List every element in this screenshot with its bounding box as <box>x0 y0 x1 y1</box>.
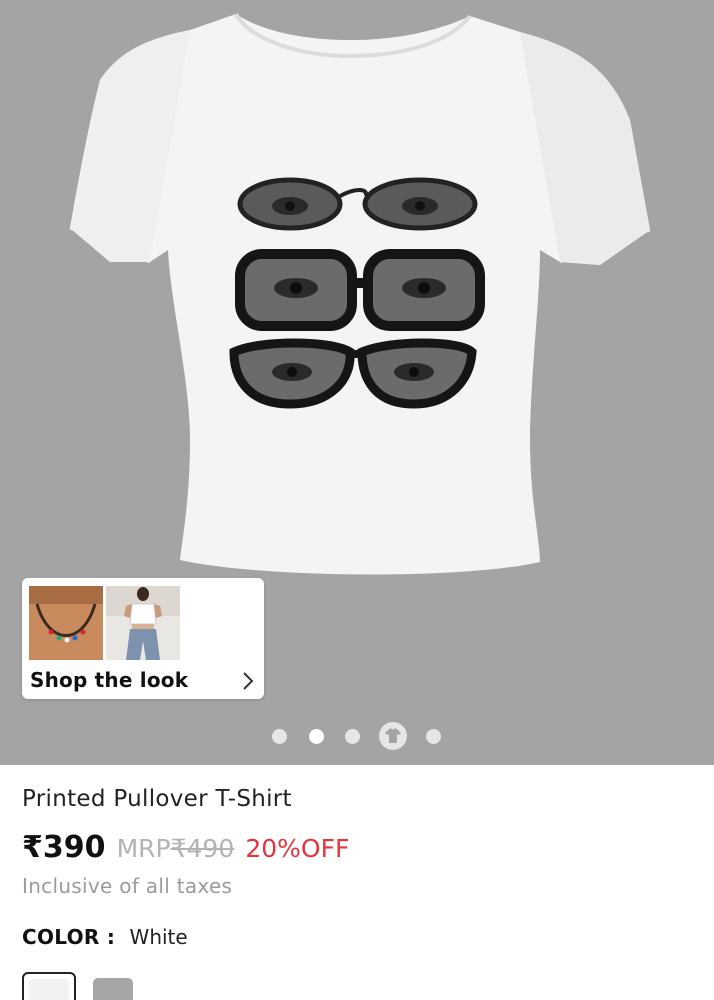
color-label: COLOR : <box>22 925 116 949</box>
taxes-note: Inclusive of all taxes <box>22 874 233 898</box>
mrp-label: MRP <box>116 834 171 863</box>
chevron-right-icon[interactable] <box>240 670 256 692</box>
color-swatch-grey[interactable] <box>93 978 133 1000</box>
gallery-dot-5[interactable] <box>426 729 441 744</box>
gallery-pagination <box>0 720 714 752</box>
gallery-dot-2[interactable] <box>309 729 324 744</box>
color-value: White <box>129 925 188 949</box>
tshirt-icon <box>385 728 401 743</box>
gallery-dot-1[interactable] <box>272 729 287 744</box>
mrp-price: MRP₹490 <box>117 834 235 863</box>
discount-badge: 20%OFF <box>245 834 350 863</box>
gallery-dot-4[interactable] <box>379 722 407 750</box>
price-row: ₹390 MRP₹490 20%OFF <box>22 830 349 866</box>
gallery-dot-3[interactable] <box>345 729 360 744</box>
shop-the-look-label: Shop the look <box>30 668 189 692</box>
selling-price: ₹390 <box>22 830 106 865</box>
color-row: COLOR : White <box>22 925 188 949</box>
mrp-value: ₹490 <box>170 834 235 863</box>
color-swatch-white[interactable] <box>22 972 76 1000</box>
product-image-gallery[interactable]: Shop the look <box>0 0 714 765</box>
necklace-thumbnail[interactable] <box>29 586 103 660</box>
shop-the-look-card[interactable]: Shop the look <box>22 578 264 699</box>
product-title: Printed Pullover T-Shirt <box>22 786 292 812</box>
outfit-thumbnail[interactable] <box>106 586 180 660</box>
